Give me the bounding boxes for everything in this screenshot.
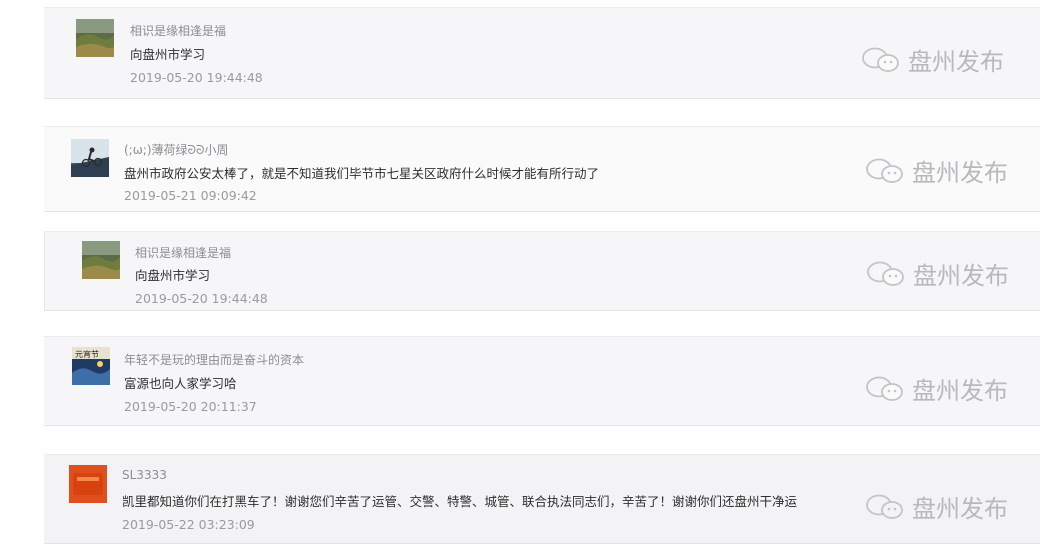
watermark-label: 盘州发布 bbox=[912, 377, 1008, 405]
comment-time: 2019-05-21 09:09:42 bbox=[124, 188, 257, 203]
comment-nickname: (;ω;)薄荷绿ᘐᘐ小周 bbox=[124, 143, 229, 157]
wechat-icon bbox=[866, 494, 903, 519]
comment-text: 向盘州市学习 bbox=[135, 268, 211, 283]
comment-text: 盘州市政府公安太棒了，就是不知道我们毕节市七星关区政府什么时候才能有所行动了 bbox=[124, 166, 600, 181]
wechat-watermark: 盘州发布 bbox=[864, 489, 1008, 524]
landscape-avatar-icon bbox=[82, 241, 120, 279]
comment-card: SL3333 凯里都知道你们在打黑车了！谢谢您们辛苦了运管、交警、特警、城管、联… bbox=[44, 454, 1040, 544]
avatar[interactable]: 元宵节 bbox=[72, 347, 110, 385]
wechat-icon bbox=[862, 47, 899, 72]
comment-nickname: 相识是缘相逢是福 bbox=[135, 246, 232, 260]
avatar[interactable] bbox=[76, 19, 114, 57]
comment-text: 富源也向人家学习哈 bbox=[124, 376, 237, 391]
avatar[interactable] bbox=[71, 139, 109, 177]
cyclist-avatar-icon bbox=[71, 139, 109, 177]
svg-text:元宵节: 元宵节 bbox=[75, 349, 99, 359]
poster-avatar-icon: 元宵节 bbox=[72, 347, 110, 385]
orange-avatar-icon bbox=[69, 465, 107, 503]
watermark-label: 盘州发布 bbox=[912, 159, 1008, 187]
watermark-label: 盘州发布 bbox=[908, 48, 1004, 76]
wechat-watermark: 盘州发布 bbox=[864, 371, 1008, 406]
comment-nickname: SL3333 bbox=[122, 468, 167, 482]
wechat-watermark: 盘州发布 bbox=[864, 153, 1008, 188]
avatar[interactable] bbox=[69, 465, 107, 503]
comment-time: 2019-05-20 20:11:37 bbox=[124, 399, 257, 414]
wechat-icon bbox=[867, 261, 904, 286]
watermark-label: 盘州发布 bbox=[912, 495, 1008, 523]
comment-card: 元宵节 年轻不是玩的理由而是奋斗的资本 富源也向人家学习哈 2019-05-20… bbox=[44, 336, 1040, 426]
comment-text: 向盘州市学习 bbox=[130, 47, 206, 62]
wechat-icon bbox=[866, 376, 903, 401]
wechat-icon bbox=[866, 158, 903, 183]
comment-card: 相识是缘相逢是福 向盘州市学习 2019-05-20 19:44:48 盘州发布 bbox=[44, 7, 1040, 99]
comment-time: 2019-05-20 19:44:48 bbox=[135, 291, 268, 306]
avatar[interactable] bbox=[82, 241, 120, 279]
comment-text: 凯里都知道你们在打黑车了！谢谢您们辛苦了运管、交警、特警、城管、联合执法同志们，… bbox=[122, 494, 798, 509]
comment-nickname: 年轻不是玩的理由而是奋斗的资本 bbox=[124, 353, 305, 367]
wechat-watermark: 盘州发布 bbox=[865, 256, 1009, 291]
comment-time: 2019-05-22 03:23:09 bbox=[122, 517, 255, 532]
landscape-avatar-icon bbox=[76, 19, 114, 57]
comment-time: 2019-05-20 19:44:48 bbox=[130, 70, 263, 85]
comment-card: 相识是缘相逢是福 向盘州市学习 2019-05-20 19:44:48 盘州发布 bbox=[44, 231, 1040, 311]
comment-card: (;ω;)薄荷绿ᘐᘐ小周 盘州市政府公安太棒了，就是不知道我们毕节市七星关区政府… bbox=[44, 126, 1040, 212]
comment-nickname: 相识是缘相逢是福 bbox=[130, 24, 227, 38]
wechat-watermark: 盘州发布 bbox=[860, 42, 1004, 77]
watermark-label: 盘州发布 bbox=[913, 262, 1009, 290]
